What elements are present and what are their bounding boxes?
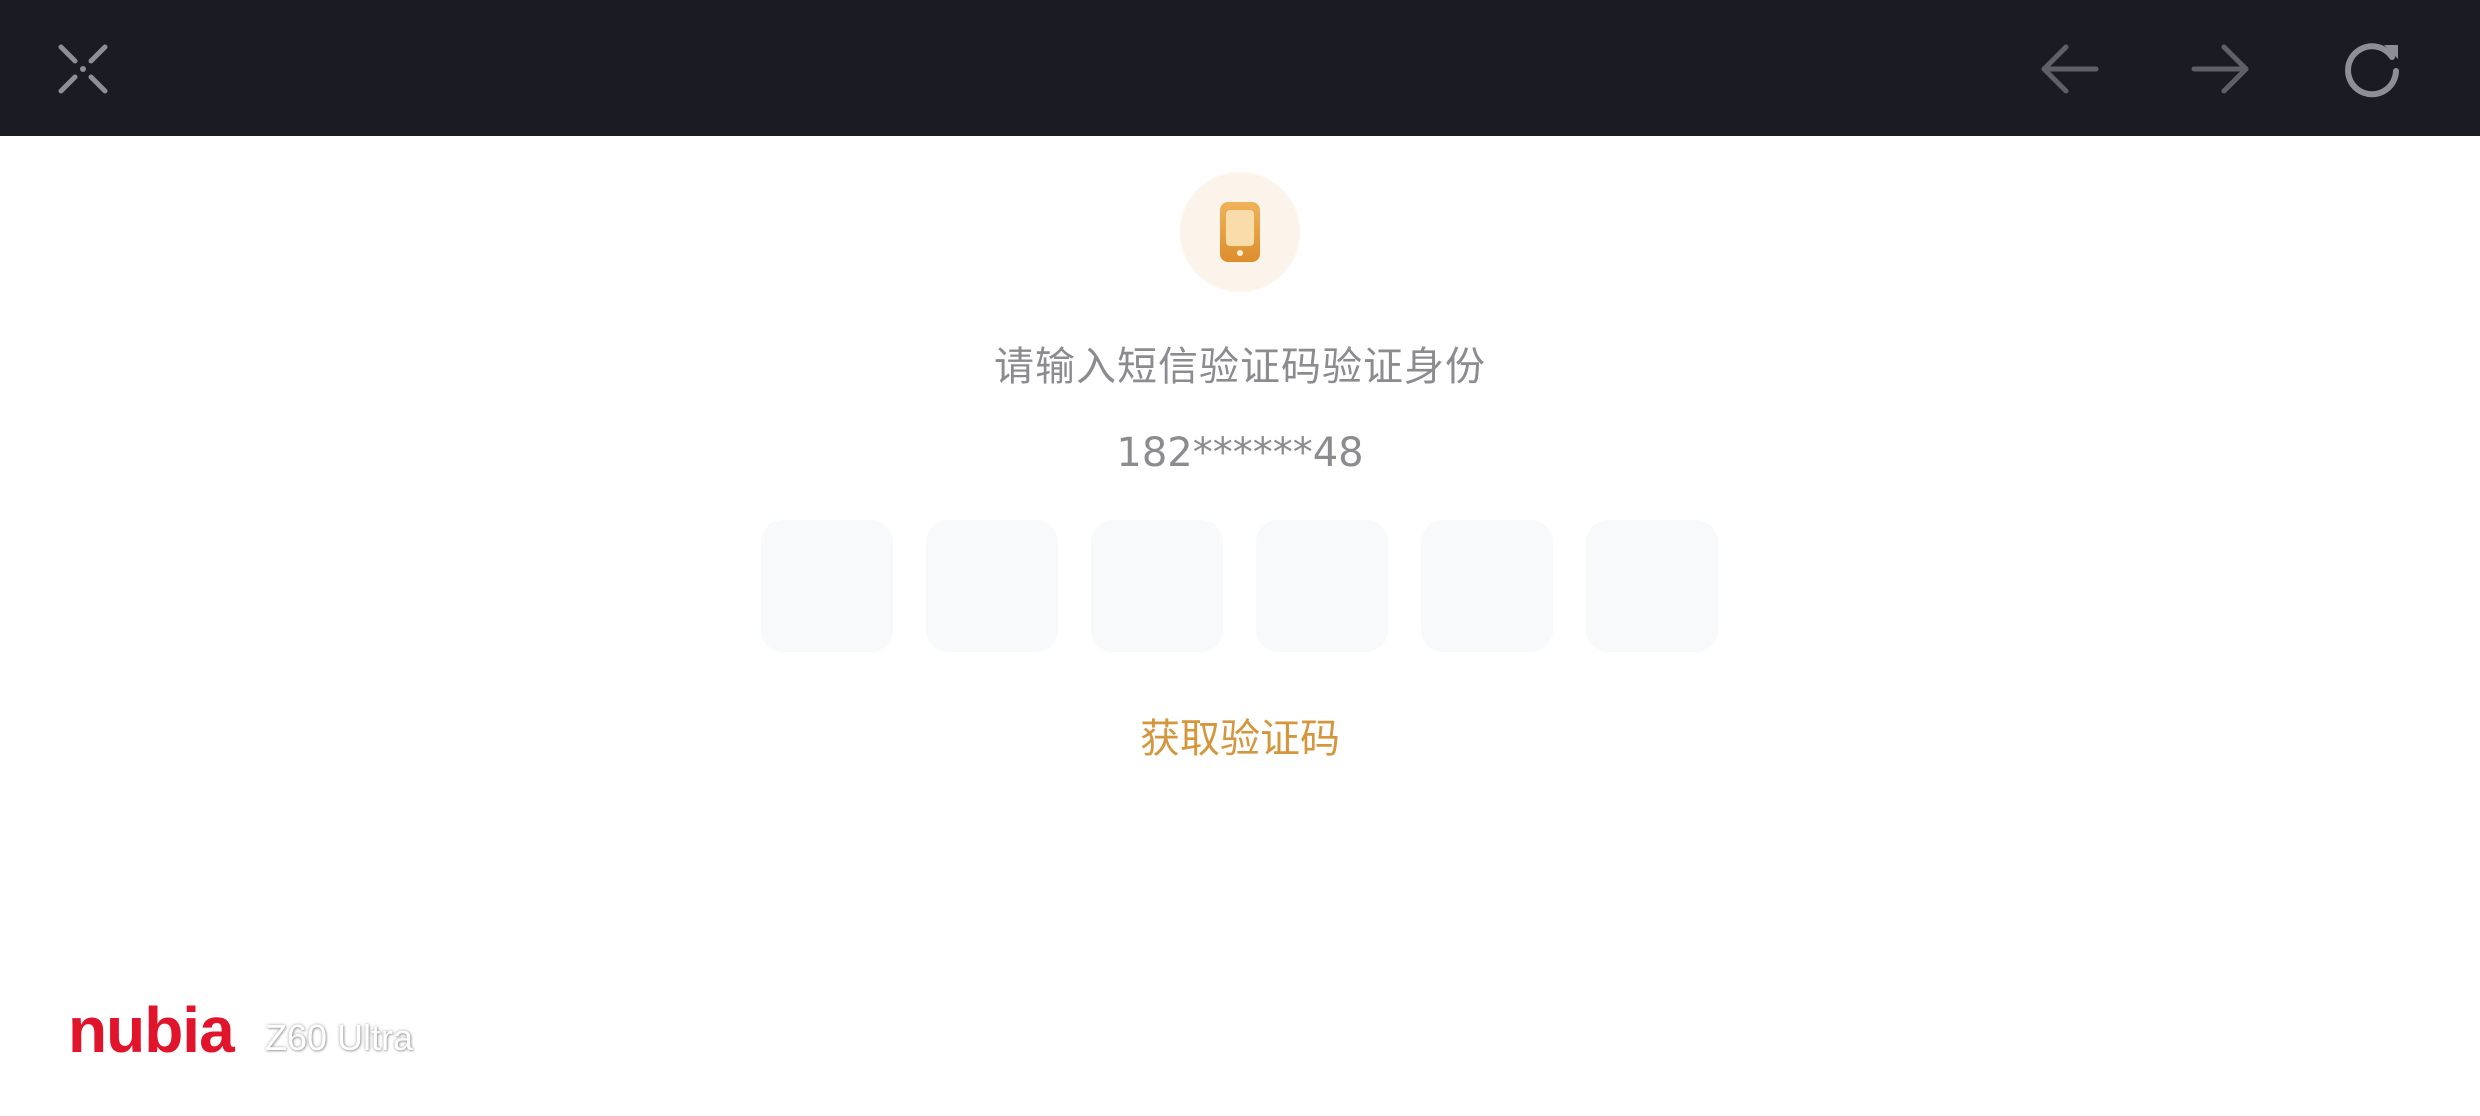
code-digit-1[interactable] xyxy=(761,520,893,652)
code-digit-2[interactable] xyxy=(926,520,1058,652)
code-digit-5[interactable] xyxy=(1421,520,1553,652)
model-watermark: Z60 Ultra xyxy=(265,1017,414,1058)
close-icon xyxy=(58,44,108,94)
back-button[interactable] xyxy=(2031,30,2109,108)
code-digit-3[interactable] xyxy=(1091,520,1223,652)
masked-phone-number: 182******48 xyxy=(1116,430,1364,476)
refresh-icon xyxy=(2345,43,2399,98)
forward-button[interactable] xyxy=(2181,30,2259,108)
get-code-button[interactable]: 获取验证码 xyxy=(1140,716,1340,762)
phone-icon xyxy=(1220,202,1260,262)
get-code-row: 获取验证码 xyxy=(0,709,2480,769)
browser-toolbar xyxy=(0,0,2480,136)
sms-code-input xyxy=(761,520,1718,652)
arrow-right-icon xyxy=(2191,44,2249,94)
close-button[interactable] xyxy=(44,30,122,108)
phone-badge xyxy=(1180,172,1300,292)
arrow-left-icon xyxy=(2041,44,2099,94)
refresh-button[interactable] xyxy=(2333,30,2411,108)
brand-watermark: nubia xyxy=(68,994,235,1066)
verify-prompt: 请输入短信验证码验证身份 xyxy=(994,344,1486,390)
code-digit-6[interactable] xyxy=(1586,520,1718,652)
page: 请输入短信验证码验证身份 182******48 获取验证码 nubia Z60… xyxy=(0,0,2480,1116)
code-digit-4[interactable] xyxy=(1256,520,1388,652)
